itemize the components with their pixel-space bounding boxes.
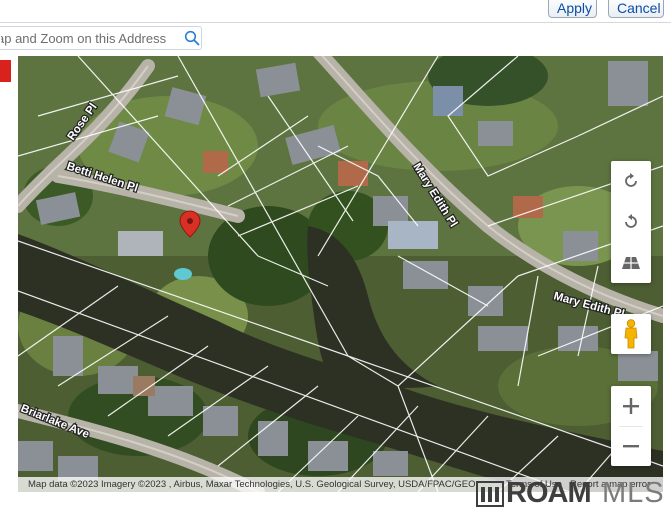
zoom-out-button[interactable] xyxy=(611,426,651,466)
cancel-button[interactable]: Cancel xyxy=(608,0,664,18)
brand-name-roam: ROAM xyxy=(506,477,592,509)
zoom-controls xyxy=(611,386,651,466)
address-search-box xyxy=(0,26,202,50)
tilt-icon xyxy=(622,257,640,269)
tilt-view-button[interactable] xyxy=(611,243,651,283)
rotate-clockwise-button[interactable] xyxy=(611,161,651,201)
aerial-imagery: Rose Pl Betti Helen Pl Mary Edith Pl Mar… xyxy=(18,56,663,492)
brand-name-mls: MLS xyxy=(602,477,665,509)
satellite-map[interactable]: Rose Pl Betti Helen Pl Mary Edith Pl Mar… xyxy=(18,56,663,492)
address-search-input[interactable] xyxy=(0,27,179,49)
roam-building-icon xyxy=(476,481,504,507)
rotate-counterclockwise-button[interactable] xyxy=(611,202,651,242)
map-orientation-controls xyxy=(611,161,651,283)
search-icon[interactable] xyxy=(184,30,200,46)
zoom-in-button[interactable] xyxy=(611,386,651,426)
map-attribution-text: Map data ©2023 Imagery ©2023 , Airbus, M… xyxy=(28,479,476,490)
rotate-right-icon xyxy=(625,173,637,187)
minus-icon xyxy=(623,445,639,448)
side-panel-edge xyxy=(0,56,19,492)
rotate-left-icon xyxy=(625,214,637,228)
roam-mls-logo: ROAM MLS xyxy=(476,477,671,510)
street-view-pegman-button[interactable] xyxy=(611,314,651,354)
plus-icon xyxy=(623,398,639,414)
apply-button[interactable]: Apply xyxy=(548,0,597,18)
dialog-toolbar: Apply Cancel xyxy=(0,0,671,23)
pegman-icon xyxy=(624,319,638,349)
red-tab-marker[interactable] xyxy=(0,60,11,82)
